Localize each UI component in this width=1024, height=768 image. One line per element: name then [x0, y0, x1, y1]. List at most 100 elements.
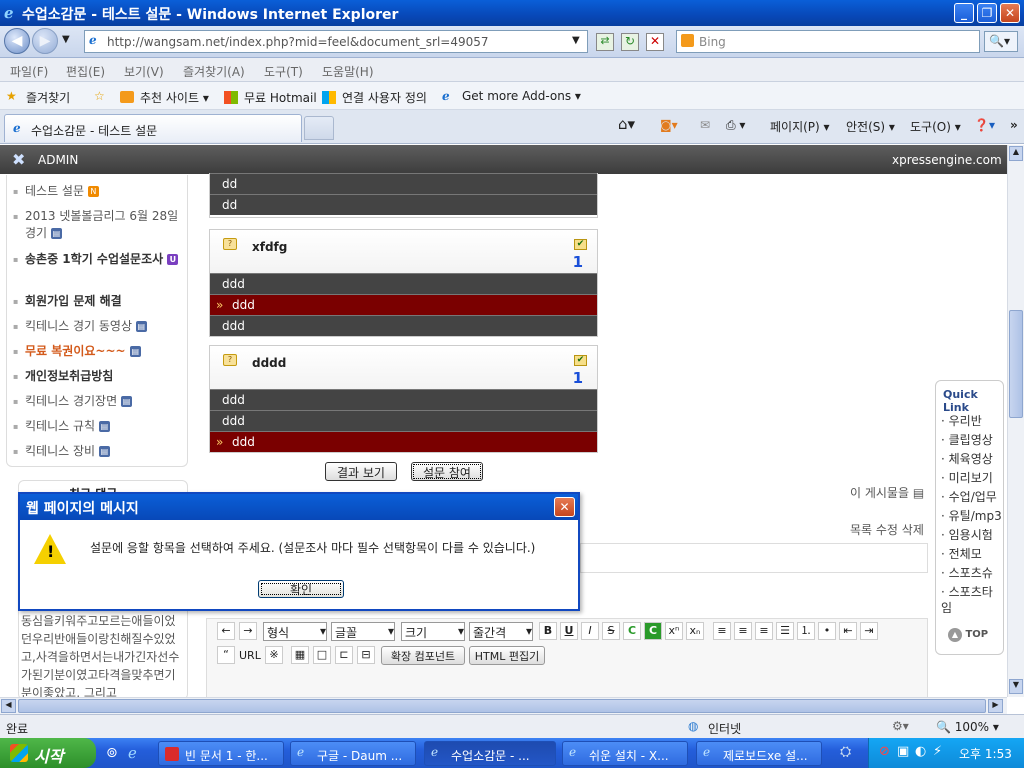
special-char-icon[interactable]: ※	[265, 646, 283, 664]
recent-comment-text[interactable]: 동심을키워주고모르는애들이었던우리반애들이랑친해질수있었고,사격을하면서는내가긴…	[21, 612, 183, 697]
back-button[interactable]: ◀	[4, 28, 30, 54]
fav-addons[interactable]: Get more Add-ons ▾	[462, 89, 581, 103]
address-input[interactable]: ℯ http://wangsam.net/index.php?mid=feel&…	[84, 30, 588, 53]
clock[interactable]: 오후 1:53	[959, 745, 1012, 762]
history-dropdown-icon[interactable]: ▼	[62, 34, 70, 45]
bg-color-icon[interactable]: C	[644, 622, 662, 640]
forward-button[interactable]: ▶	[32, 28, 58, 54]
quick-link-item[interactable]: · 임용시험	[941, 527, 993, 543]
menu-file[interactable]: 파일(F)	[10, 63, 48, 80]
sidebar-item[interactable]: 회원가입 문제 해결	[11, 293, 122, 310]
admin-label[interactable]: ADMIN	[38, 153, 78, 167]
page-menu[interactable]: 페이지(P) ▾	[770, 118, 830, 135]
sidebar-item[interactable]: 킥테니스 경기 동영상 ▤	[11, 318, 147, 335]
superscript-icon[interactable]: xⁿ	[665, 622, 683, 640]
merge-cells-icon[interactable]: ⊏	[335, 646, 353, 664]
url-button[interactable]: URL	[239, 649, 261, 662]
scroll-right-icon[interactable]: ▶	[988, 699, 1003, 713]
taskbar-button[interactable]: 빈 문서 1 - 한...	[158, 741, 284, 766]
tray-volume-icon[interactable]: ◐	[915, 744, 926, 759]
zoom-level[interactable]: 🔍 100% ▾	[936, 720, 999, 734]
font-color-icon[interactable]: C	[623, 622, 641, 640]
ext-component-button[interactable]: 확장 컴포넌트	[381, 646, 465, 665]
horizontal-scrollbar[interactable]: ◀ ▶	[0, 697, 1007, 714]
sidebar-item[interactable]: 송촌중 1학기 수업설문조사 U	[11, 251, 187, 268]
justify-icon[interactable]: ☰	[776, 622, 794, 640]
table-icon[interactable]: ▦	[291, 646, 309, 664]
tray-block-icon[interactable]: ⊘	[879, 744, 890, 759]
sidebar-item[interactable]: 2013 넷볼볼금리그 6월 28일 경기 ▤	[11, 208, 181, 242]
xe-brand-link[interactable]: xpressengine.com	[892, 153, 1002, 167]
tab-current[interactable]: ℯ 수업소감문 - 테스트 설문	[4, 114, 302, 142]
quick-link-item[interactable]: · 미리보기	[941, 470, 993, 486]
favorites-button[interactable]: 즐겨찾기	[26, 89, 70, 106]
new-tab-button[interactable]	[304, 116, 334, 140]
menu-view[interactable]: 보기(V)	[124, 63, 164, 80]
search-button[interactable]: 🔍▾	[984, 31, 1018, 52]
view-results-button[interactable]: 결과 보기	[325, 462, 397, 481]
restore-button[interactable]: ❐	[977, 3, 997, 23]
unordered-list-icon[interactable]: •	[818, 622, 836, 640]
tray-network-icon[interactable]: ⚡	[933, 744, 942, 759]
quick-link-item[interactable]: · 체육영상	[941, 451, 993, 467]
box-icon[interactable]: □	[313, 646, 331, 664]
taskbar-group-icon[interactable]: ⛭	[840, 744, 851, 760]
quick-link-item[interactable]: · 스포츠슈	[941, 565, 993, 581]
mail-icon[interactable]: ✉	[700, 118, 710, 132]
html-editor-button[interactable]: HTML 편집기	[469, 646, 545, 665]
quick-link-item[interactable]: · 클립영상	[941, 432, 993, 448]
format-select[interactable]: 형식 ▾	[263, 622, 327, 641]
poll-option[interactable]: dd	[210, 194, 597, 215]
show-desktop-icon[interactable]: ⊚	[106, 745, 118, 761]
taskbar-button[interactable]: ℯ 구글 - Daum ...	[290, 741, 416, 766]
submit-poll-button[interactable]: 설문 참여	[411, 462, 483, 481]
top-button[interactable]: ▲ TOP	[948, 628, 988, 642]
protected-mode-icon[interactable]: ⚙▾	[892, 719, 909, 733]
quick-link-item[interactable]: · 전체모	[941, 546, 982, 562]
post-actions[interactable]: 목록 수정 삭제	[850, 521, 924, 538]
poll-option[interactable]: ddd	[210, 389, 597, 410]
ok-button[interactable]: 확인	[258, 580, 344, 598]
minimize-button[interactable]: _	[954, 3, 974, 23]
start-button[interactable]: 시작	[0, 738, 96, 768]
tools-menu[interactable]: 도구(O) ▾	[910, 118, 961, 135]
dialog-close-button[interactable]: ✕	[554, 497, 575, 517]
sidebar-item[interactable]: 테스트 설문 N	[11, 183, 99, 200]
taskbar-button[interactable]: ℯ 쉬운 설치 - X...	[562, 741, 688, 766]
sidebar-item[interactable]: 무료 복권이요~~~ ▤	[11, 343, 141, 360]
indent-icon[interactable]: ⇥	[860, 622, 878, 640]
align-left-icon[interactable]: ≡	[713, 622, 731, 640]
align-right-icon[interactable]: ≡	[755, 622, 773, 640]
fav-suggested-sites[interactable]: 추천 사이트 ▾	[140, 89, 209, 106]
taskbar-button[interactable]: ℯ 제로보드xe 설...	[696, 741, 822, 766]
close-window-button[interactable]: ✕	[1000, 3, 1020, 23]
italic-icon[interactable]: I	[581, 622, 599, 640]
outdent-icon[interactable]: ⇤	[839, 622, 857, 640]
bold-icon[interactable]: B	[539, 622, 557, 640]
align-center-icon[interactable]: ≡	[734, 622, 752, 640]
sidebar-item[interactable]: 킥테니스 규칙 ▤	[11, 418, 110, 435]
quick-link-item[interactable]: · 수업/업무	[941, 489, 997, 505]
search-input[interactable]: Bing	[676, 30, 980, 53]
add-favorite-icon[interactable]: ☆	[94, 89, 105, 103]
address-dropdown-icon[interactable]: ▼	[572, 35, 580, 46]
share-label[interactable]: 이 게시물을 ▤	[850, 484, 924, 501]
help-icon[interactable]: ❓▾	[974, 118, 995, 132]
vertical-scrollbar[interactable]: ▲ ▼	[1007, 145, 1024, 697]
poll-option[interactable]: ddd	[210, 315, 597, 336]
poll-option[interactable]: ddd	[210, 410, 597, 431]
print-icon[interactable]: ⎙ ▾	[726, 118, 745, 133]
underline-icon[interactable]: U	[560, 622, 578, 640]
menu-edit[interactable]: 편집(E)	[66, 63, 105, 80]
sidebar-item[interactable]: 개인정보취급방침	[11, 368, 113, 385]
redo-icon[interactable]: →	[239, 622, 257, 640]
font-select[interactable]: 글꼴 ▾	[331, 622, 395, 641]
safety-menu[interactable]: 안전(S) ▾	[846, 118, 895, 135]
subscript-icon[interactable]: xₙ	[686, 622, 704, 640]
fav-customize-links[interactable]: 연결 사용자 정의	[342, 89, 427, 106]
scroll-up-icon[interactable]: ▲	[1009, 146, 1023, 161]
poll-option-selected[interactable]: » ddd	[210, 431, 597, 452]
undo-icon[interactable]: ←	[217, 622, 235, 640]
poll-option[interactable]: ddd	[210, 273, 597, 294]
split-cells-icon[interactable]: ⊟	[357, 646, 375, 664]
